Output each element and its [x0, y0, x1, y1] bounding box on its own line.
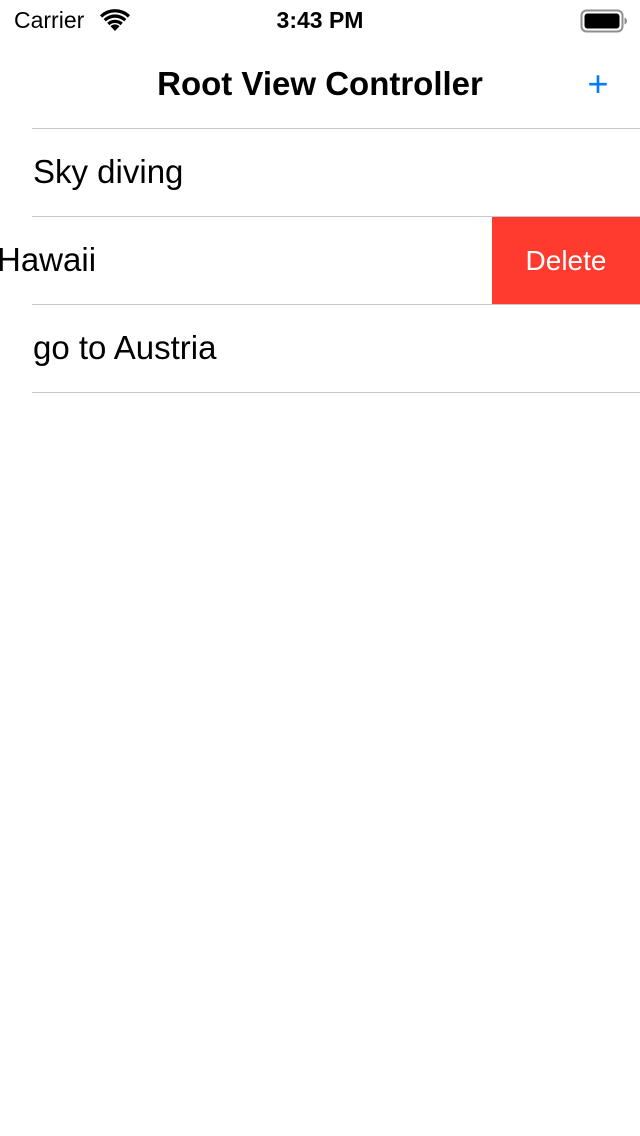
table-row[interactable]: go to Austria	[0, 305, 640, 393]
table-row[interactable]: Hawaii Delete	[0, 217, 640, 305]
navigation-bar: Root View Controller +	[0, 40, 640, 128]
nav-title: Root View Controller	[157, 65, 483, 102]
row-separator	[32, 392, 640, 393]
row-label: Sky diving	[33, 153, 184, 190]
table-row[interactable]: Sky diving	[0, 129, 640, 217]
row-label: Hawaii	[0, 241, 97, 278]
status-bar: Carrier 3:43 PM	[0, 0, 640, 40]
status-time: 3:43 PM	[276, 7, 364, 33]
battery-icon	[580, 9, 627, 33]
delete-button[interactable]: Delete	[492, 217, 640, 304]
add-button[interactable]: +	[578, 64, 618, 104]
row-label: go to Austria	[33, 329, 217, 366]
table-view: Sky diving Hawaii Delete go to Austria	[0, 129, 640, 393]
